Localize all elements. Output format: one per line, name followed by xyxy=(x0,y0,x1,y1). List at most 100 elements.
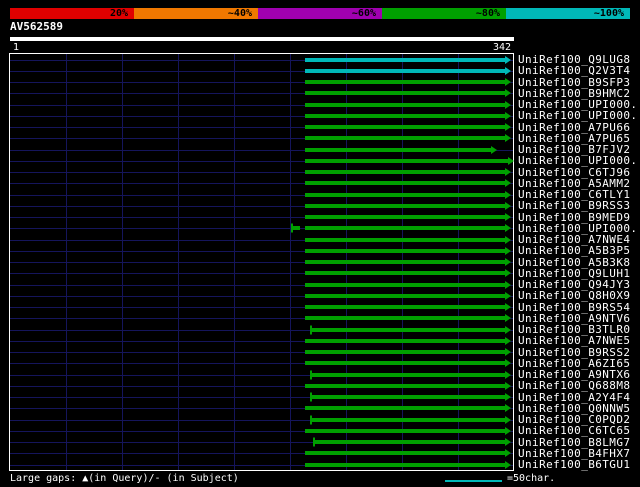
scale-segment: ~80% xyxy=(382,8,506,19)
hit-row xyxy=(10,268,513,279)
alignment-bar[interactable] xyxy=(305,68,505,73)
gap-tick xyxy=(291,223,293,233)
plot-area xyxy=(9,53,514,471)
alignment-bar[interactable] xyxy=(311,417,505,422)
alignment-bar[interactable] xyxy=(305,338,505,343)
scale-bar: 20% ~40% ~60% ~80% ~100% xyxy=(10,8,630,19)
alignment-bar[interactable] xyxy=(314,440,505,445)
alignment-bar[interactable] xyxy=(311,327,505,332)
hit-row xyxy=(10,65,513,76)
alignment-bar[interactable] xyxy=(305,125,505,130)
alignment-bar[interactable] xyxy=(305,113,505,118)
hit-row xyxy=(10,369,513,380)
alignment-fragment[interactable] xyxy=(292,226,300,231)
scale-segment: ~100% xyxy=(506,8,630,19)
arrow-head-icon xyxy=(505,89,511,98)
hit-label[interactable]: UniRef100_UPI000.. xyxy=(518,110,640,121)
arrow-head-icon xyxy=(508,156,514,165)
arrow-head-icon xyxy=(505,201,511,210)
query-bar xyxy=(10,37,514,41)
arrow-head-icon xyxy=(505,449,511,458)
alignment-bar[interactable] xyxy=(305,428,505,433)
hit-row xyxy=(10,99,513,110)
alignment-bar[interactable] xyxy=(305,248,505,253)
query-name: AV562589 xyxy=(10,20,63,33)
hit-row xyxy=(10,347,513,358)
hit-row xyxy=(10,448,513,459)
alignment-bar[interactable] xyxy=(305,282,505,287)
alignment-bar[interactable] xyxy=(305,80,505,85)
scale-legend-line xyxy=(445,480,502,482)
alignment-bar[interactable] xyxy=(305,451,505,456)
alignment-bar[interactable] xyxy=(305,361,505,366)
alignment-bar[interactable] xyxy=(305,203,505,208)
alignment-bar[interactable] xyxy=(305,260,505,265)
scale-segment: ~60% xyxy=(258,8,382,19)
arrow-head-icon xyxy=(505,55,511,64)
arrow-head-icon xyxy=(505,291,511,300)
arrow-head-icon xyxy=(505,303,511,312)
alignment-bar[interactable] xyxy=(311,372,505,377)
alignment-bar[interactable] xyxy=(305,215,505,220)
arrow-head-icon xyxy=(505,393,511,402)
alignment-bar[interactable] xyxy=(305,102,505,107)
alignment-bar[interactable] xyxy=(305,91,505,96)
alignment-bar[interactable] xyxy=(305,237,505,242)
alignment-bar[interactable] xyxy=(305,462,505,467)
hit-label[interactable]: UniRef100_C6TC65 xyxy=(518,425,638,436)
alignment-bar[interactable] xyxy=(305,147,491,152)
alignment-bar[interactable] xyxy=(305,271,505,276)
scale-segment-label: 20% xyxy=(109,8,128,19)
alignment-bar[interactable] xyxy=(305,383,505,388)
hit-label[interactable]: UniRef100_Q8H0X9 xyxy=(518,290,638,301)
hit-row xyxy=(10,178,513,189)
hit-row xyxy=(10,257,513,268)
arrow-head-icon xyxy=(505,78,511,87)
hit-row xyxy=(10,133,513,144)
scale-segment-label: ~100% xyxy=(593,8,624,19)
alignment-bar[interactable] xyxy=(305,192,505,197)
arrow-head-icon xyxy=(505,190,511,199)
ruler-start: 1 xyxy=(13,42,20,53)
arrow-head-icon xyxy=(505,168,511,177)
hit-row xyxy=(10,380,513,391)
hit-label[interactable]: UniRef100_Q2V3T4 xyxy=(518,65,638,76)
alignment-bar[interactable] xyxy=(305,181,505,186)
hit-row xyxy=(10,234,513,245)
scale-segment-label: ~60% xyxy=(351,8,376,19)
arrow-head-icon xyxy=(505,438,511,447)
hit-row xyxy=(10,200,513,211)
alignment-bar[interactable] xyxy=(305,226,505,231)
hit-row xyxy=(10,392,513,403)
arrow-head-icon xyxy=(505,426,511,435)
arrow-head-icon xyxy=(505,348,511,357)
hit-row xyxy=(10,358,513,369)
hit-row xyxy=(10,54,513,65)
hit-row xyxy=(10,290,513,301)
arrow-head-icon xyxy=(505,381,511,390)
alignment-bar[interactable] xyxy=(305,136,505,141)
arrow-head-icon xyxy=(505,66,511,75)
alignment-bar[interactable] xyxy=(305,170,505,175)
hit-label[interactable]: UniRef100_Q688M8 xyxy=(518,380,638,391)
hit-row xyxy=(10,414,513,425)
hit-row xyxy=(10,110,513,121)
hit-label[interactable]: UniRef100_A5B3P5 xyxy=(518,245,638,256)
hit-label[interactable]: UniRef100_B6TGU1 xyxy=(518,459,638,470)
alignment-bar[interactable] xyxy=(305,406,505,411)
scale-segment: ~40% xyxy=(134,8,258,19)
hit-label[interactable]: UniRef100_A7NWE5 xyxy=(518,335,638,346)
alignment-bar[interactable] xyxy=(305,293,505,298)
hit-label[interactable]: UniRef100_UPI000.. xyxy=(518,155,640,166)
hit-label[interactable]: UniRef100_B9RSS3 xyxy=(518,200,638,211)
alignment-bar[interactable] xyxy=(305,316,505,321)
alignment-bar[interactable] xyxy=(305,350,505,355)
arrow-head-icon xyxy=(491,145,497,154)
arrow-head-icon xyxy=(505,213,511,222)
hit-row xyxy=(10,122,513,133)
alignment-bar[interactable] xyxy=(305,305,505,310)
arrow-head-icon xyxy=(505,269,511,278)
alignment-bar[interactable] xyxy=(311,395,505,400)
alignment-bar[interactable] xyxy=(305,57,505,62)
alignment-bar[interactable] xyxy=(305,158,508,163)
